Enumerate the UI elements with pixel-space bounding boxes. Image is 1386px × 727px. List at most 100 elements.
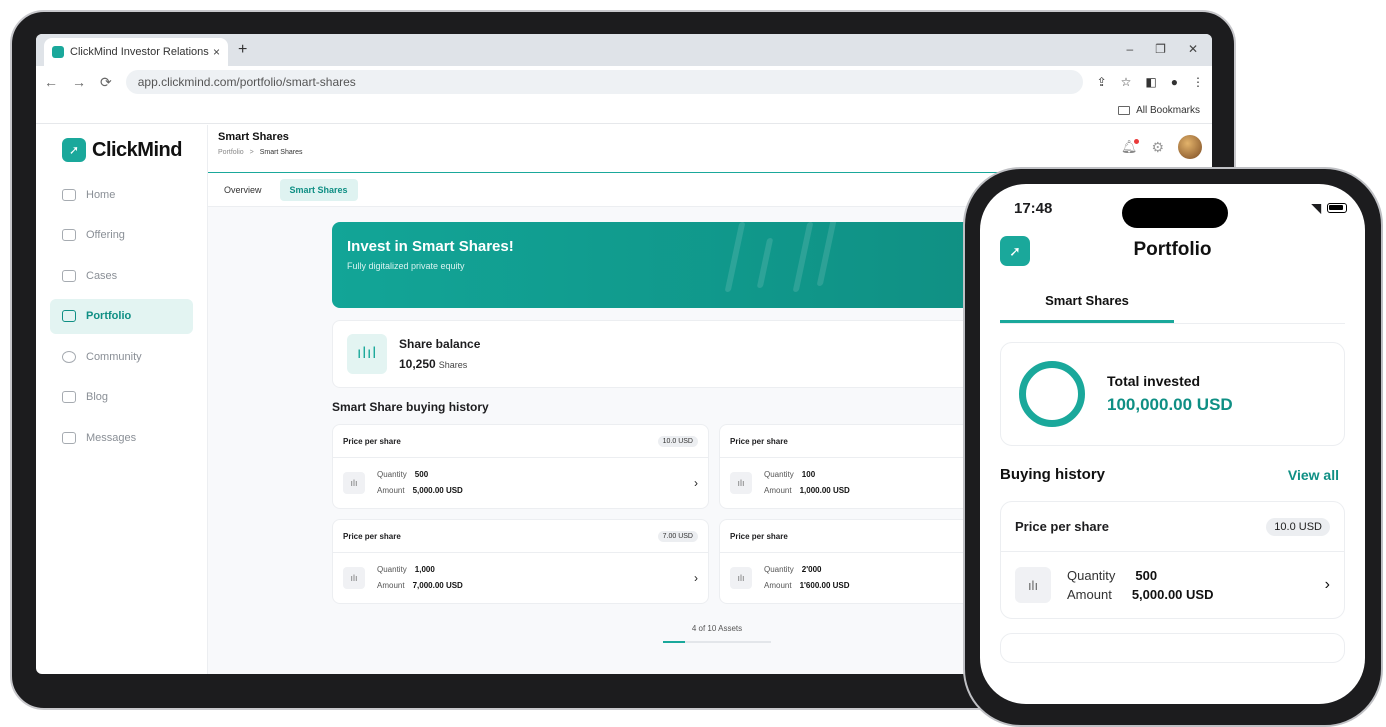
quantity-label: Quantity [1067, 568, 1116, 583]
breadcrumb-separator: > [249, 149, 254, 156]
bell-icon[interactable]: 🔔︎ [1121, 139, 1140, 155]
buying-history-title: Buying history [1000, 466, 1106, 483]
quantity-value: 2'000 [801, 565, 822, 574]
bar-chart-icon: ılıl [347, 334, 387, 374]
sidebar-item-messages[interactable]: Messages [50, 420, 193, 455]
forward-icon[interactable]: → [72, 74, 86, 90]
amount-label: Amount [1067, 587, 1112, 602]
sidebar-item-blog[interactable]: Blog [50, 380, 193, 415]
sidebar-item-label: Offering [86, 229, 125, 241]
profile-icon[interactable]: ● [1171, 75, 1178, 89]
share-icon[interactable]: ⇪ [1097, 75, 1107, 89]
quantity-value: 500 [1135, 568, 1158, 583]
breadcrumb-current: Smart Shares [259, 149, 303, 156]
sidebar-item-label: Portfolio [86, 310, 132, 322]
sidebar-item-label: Cases [86, 269, 118, 282]
phone-title: Portfolio [1133, 239, 1212, 260]
total-invested-card: Total invested 100,000.00 USD [1000, 342, 1345, 446]
logo-text: ClickMind [92, 138, 182, 161]
bar-chart-icon: ılı [730, 472, 752, 494]
price-badge: 10.0 USD [657, 435, 698, 447]
view-all-link[interactable]: View all [1288, 467, 1339, 483]
menu-icon[interactable]: ⋮ [1192, 75, 1204, 89]
favicon-icon [52, 46, 64, 58]
window-controls: – ❐ ✕ [1126, 42, 1198, 56]
sidebar-item-label: Blog [86, 391, 109, 403]
sidebar-item-portfolio[interactable]: Portfolio [50, 298, 193, 334]
history-card[interactable]: Price per share 10.0 USD ılı Quantity 500 … [332, 424, 709, 509]
sidebar-item-label: Community [86, 350, 142, 363]
amount-value: 5,000.00 USD [1131, 587, 1214, 602]
amount-value: 7,000.00 USD [412, 581, 463, 590]
card-header-label: Price per share [730, 531, 788, 541]
amount-label: Amount [764, 486, 792, 495]
minimize-icon[interactable]: – [1126, 42, 1133, 56]
card-values: Quantity 500 Amount 5,000.00 USD [377, 467, 463, 499]
restore-icon[interactable]: ❐ [1155, 42, 1166, 56]
quantity-value: 1,000 [414, 565, 435, 574]
chevron-right-icon[interactable]: › [1325, 576, 1330, 594]
url-field[interactable]: app.clickmind.com/portfolio/smart-shares [125, 70, 1083, 94]
sidebar-item-community[interactable]: Community [50, 339, 193, 374]
chevron-right-icon[interactable]: › [694, 476, 698, 490]
breadcrumb: Portfolio > Smart Shares [218, 149, 1202, 156]
balance-value: 10,250 Shares [399, 357, 480, 371]
logo[interactable]: ➚ ClickMind [62, 137, 193, 163]
total-value: 100,000.00 USD [1107, 395, 1233, 414]
all-bookmarks-link[interactable]: All Bookmarks [1136, 105, 1200, 116]
bar-chart-icon: ılı [343, 472, 365, 494]
new-tab-button[interactable]: + [238, 41, 247, 59]
quantity-value: 100 [801, 470, 816, 479]
history-card[interactable]: Price per share 10.0 USD ılı Quantity 500… [1000, 501, 1345, 619]
chart-icon [62, 229, 76, 241]
back-icon[interactable]: ← [44, 74, 58, 90]
logo-icon: ➚ [62, 138, 86, 162]
logo-icon[interactable]: ➚ [1000, 236, 1030, 266]
gear-icon[interactable]: ⚙ [1151, 139, 1164, 156]
tab-overview[interactable]: Overview [214, 179, 272, 201]
card-header: Price per share 7.00 USD [333, 520, 708, 553]
tab-smart-shares[interactable]: Smart Shares [1000, 281, 1174, 323]
tab-title: ClickMind Investor Relations [70, 46, 209, 58]
card-values: Quantity 500 Amount 5,000.00 USD [1067, 566, 1213, 604]
sidepanel-icon[interactable]: ◧ [1145, 75, 1156, 89]
card-header: Price per share 10.0 USD [333, 425, 708, 458]
breadcrumb-root[interactable]: Portfolio [218, 149, 244, 156]
battery-icon [1327, 203, 1347, 213]
amount-label: Amount [377, 486, 405, 495]
amount-label: Amount [377, 581, 405, 590]
card-header-label: Price per share [1015, 519, 1109, 534]
card-body: ılı Quantity 500 Amount 5,000.00 USD › [333, 458, 708, 508]
address-bar-icons: ⇪ ☆ ◧ ● ⋮ [1097, 75, 1204, 89]
sidebar-item-home[interactable]: Home [50, 177, 193, 212]
reload-icon[interactable]: ⟳ [100, 74, 112, 91]
portfolio-icon [62, 310, 76, 322]
star-icon[interactable]: ☆ [1121, 75, 1132, 89]
avatar[interactable] [1178, 135, 1202, 159]
wifi-icon: ◥ [1311, 201, 1321, 215]
sidebar-item-cases[interactable]: Cases [50, 258, 193, 293]
price-badge: 7.00 USD [657, 530, 698, 542]
banner-decoration [792, 222, 814, 292]
card-body: ılı Quantity 500 Amount 5,000.00 USD › [1001, 552, 1344, 618]
buying-history-header: Buying history View all [1000, 466, 1339, 483]
chevron-right-icon[interactable]: › [694, 571, 698, 585]
tab-smart-shares[interactable]: Smart Shares [279, 178, 358, 201]
price-badge: 10.0 USD [1266, 517, 1330, 536]
card-values: Quantity 2'000 Amount 1'600.00 USD [764, 562, 850, 594]
card-header: Price per share 10.0 USD [1001, 502, 1344, 552]
close-window-icon[interactable]: ✕ [1188, 42, 1198, 56]
history-card[interactable]: Price per share 7.00 USD ılı Quantity 1,00… [332, 519, 709, 604]
history-card[interactable] [1000, 633, 1345, 663]
tab-close-icon[interactable]: × [213, 45, 220, 59]
card-body: ılı Quantity 1,000 Amount 7,000.00 USD › [333, 553, 708, 603]
phone-frame: 17:48 ◥ ➚ Portfolio Smart Shares Total i… [963, 167, 1383, 727]
status-time: 17:48 [1014, 199, 1053, 217]
sidebar-item-offering[interactable]: Offering [50, 218, 193, 253]
blog-icon [62, 391, 76, 403]
browser-tab[interactable]: ClickMind Investor Relations × [44, 38, 228, 66]
pager-progress-fill [663, 641, 685, 643]
dynamic-island [1122, 198, 1228, 228]
banner-decoration [724, 222, 746, 292]
quantity-label: Quantity [764, 565, 794, 574]
